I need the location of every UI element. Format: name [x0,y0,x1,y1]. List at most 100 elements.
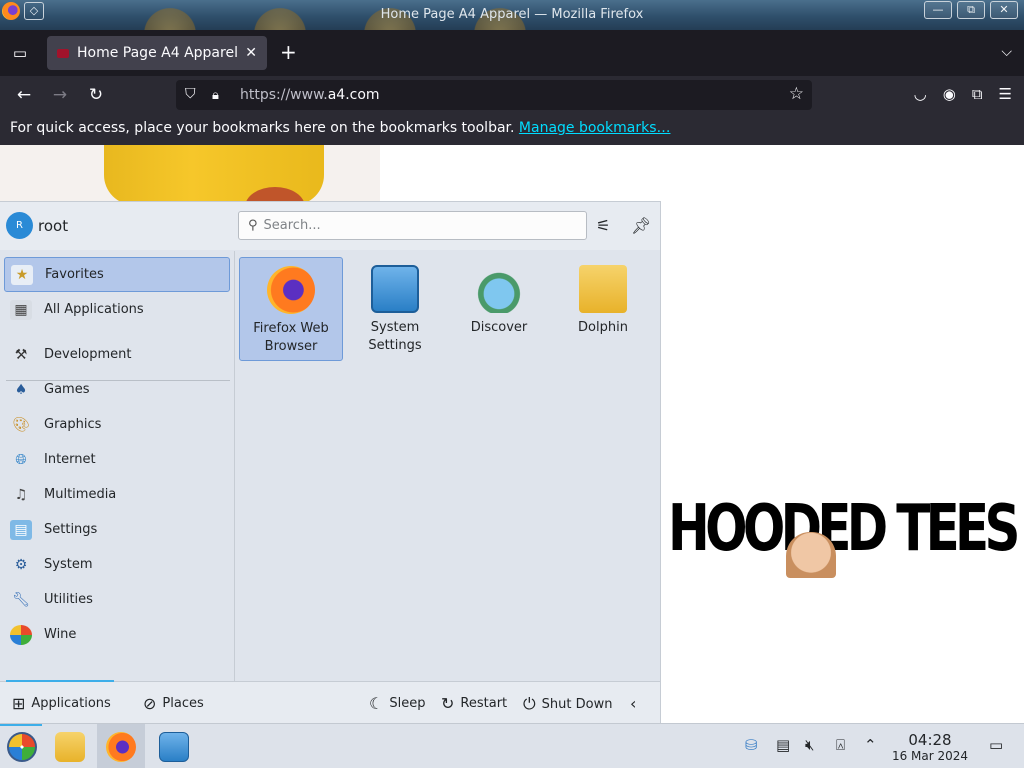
category-all-applications[interactable]: ▦ All Applications [4,292,230,327]
more-session-options-button[interactable]: ‹ [630,694,642,713]
wine-icon [10,624,32,645]
category-label: Graphics [44,417,102,432]
category-label: Games [44,382,90,397]
category-multimedia[interactable]: ♫ Multimedia [4,477,230,512]
applications-tab-indicator [6,680,114,682]
browser-tab[interactable]: Home Page A4 Apparel ✕ [47,36,267,70]
category-wine[interactable]: Wine [4,617,230,652]
list-all-tabs-icon[interactable]: ⌵ [1001,44,1012,60]
grid-icon: ⊞ [12,694,26,713]
volume-muted-icon[interactable]: 🔇︎ [805,736,814,754]
power-icon: ⏻ [523,694,536,713]
category-utilities[interactable]: 🔧︎ Utilities [4,582,230,617]
update-notifier-icon[interactable]: ⛁ [745,736,758,754]
applications-tab-label: Applications [31,696,111,711]
task-dolphin[interactable] [48,724,92,768]
window-titlebar[interactable]: ◇ Home Page A4 Apparel — Mozilla Firefox… [0,0,1024,30]
compass-icon: ⊘ [143,694,157,713]
launcher-active-indicator [0,724,42,726]
new-tab-button[interactable]: + [280,42,297,62]
system-icon: ⚙ [14,556,28,573]
bookmark-star-icon[interactable]: ☆ [789,84,804,104]
restart-button[interactable]: ↻ Restart [441,694,507,713]
firefox-view-icon[interactable]: ▭ [10,43,30,63]
back-icon[interactable]: ← [13,85,35,105]
show-desktop-icon[interactable]: ▭ [989,736,1003,754]
forward-icon[interactable]: → [49,85,71,105]
start-menu-icon [7,731,37,762]
firefox-icon [106,731,136,762]
app-label: Settings [368,338,422,353]
input-method-icon[interactable]: ⍓ [836,736,845,754]
app-discover[interactable]: Discover [447,257,551,361]
sleep-icon: ☾ [369,694,384,713]
navigation-toolbar: ← → ↻ ⛉ 🔒︎ https://www.a4.com ☆ ◡ ◉ ⧉ ☰ [0,76,1024,114]
close-window-button[interactable]: ✕ [990,1,1018,19]
category-label: Internet [44,452,96,467]
site-favicon-icon [57,48,69,58]
applications-tab[interactable]: ⊞ Applications [12,694,111,713]
promo-headline: HOODED TEES [668,492,1020,566]
category-label: Utilities [44,592,93,607]
manage-bookmarks-link[interactable]: Manage bookmarks… [519,120,671,136]
task-system-settings[interactable] [152,724,196,768]
digital-clock[interactable]: 04:28 16 Mar 2024 [888,731,972,764]
internet-icon: 🌐︎ [15,451,27,468]
restart-label: Restart [460,696,508,711]
utilities-icon: 🔧︎ [12,591,30,608]
application-launcher-button[interactable] [0,724,44,768]
app-dolphin[interactable]: Dolphin [551,257,655,361]
category-internet[interactable]: 🌐︎ Internet [4,442,230,477]
system-settings-icon [371,265,419,313]
account-icon[interactable]: ◉ [943,85,956,103]
app-label: Discover [470,320,528,335]
user-avatar[interactable]: R [6,212,33,239]
category-system[interactable]: ⚙ System [4,547,230,582]
clipboard-icon[interactable]: ▤ [776,736,790,754]
category-games[interactable]: ♠ Games [4,372,230,407]
search-field[interactable]: ⚲ [238,211,587,240]
restart-icon: ↻ [441,694,455,713]
url-domain: a4.com [327,87,380,103]
tab-title: Home Page A4 Apparel [77,45,238,61]
clock-date: 16 Mar 2024 [891,749,969,763]
pin-launcher-icon[interactable]: 📌︎ [631,216,651,235]
multimedia-icon: ♫ [14,486,28,503]
app-firefox[interactable]: Firefox Web Browser [239,257,343,361]
configure-sliders-icon[interactable]: ⚟ [596,216,610,235]
category-settings[interactable]: ▤ Settings [4,512,230,547]
favorites-icon: ★ [11,264,33,285]
show-hidden-icons-chevron-up-icon[interactable]: ⌃ [864,736,877,754]
menu-hamburger-icon[interactable]: ☰ [999,85,1012,103]
maximize-button[interactable]: ⧉ [957,1,985,19]
clock-time: 04:28 [908,731,952,749]
chevron-left-icon: ‹ [630,694,637,713]
dolphin-icon [579,265,627,313]
tracking-protection-shield-icon[interactable]: ⛉ [185,86,201,104]
shutdown-button[interactable]: ⏻ Shut Down [523,694,612,714]
url-text[interactable]: https://www.a4.com [240,87,380,103]
minimize-button[interactable]: — [924,1,952,19]
url-bar[interactable]: ⛉ 🔒︎ https://www.a4.com ☆ [176,80,812,110]
bookmarks-toolbar: For quick access, place your bookmarks h… [0,114,1024,145]
close-tab-icon[interactable]: ✕ [245,45,257,61]
app-system-settings[interactable]: System Settings [343,257,447,361]
firefox-icon [267,266,315,314]
pocket-icon[interactable]: ◡ [914,85,927,103]
category-development[interactable]: ⚒ Development [4,337,230,372]
category-label: Multimedia [44,487,117,502]
places-tab[interactable]: ⊘ Places [143,694,204,713]
hero-model-image [0,145,380,227]
app-label: Dolphin [578,320,628,335]
folder-icon [55,731,85,762]
category-favorites[interactable]: ★ Favorites [4,257,230,292]
reload-icon[interactable]: ↻ [85,85,107,105]
category-label: All Applications [44,302,144,317]
extensions-icon[interactable]: ⧉ [972,85,983,103]
category-graphics[interactable]: 🎨︎ Graphics [4,407,230,442]
sleep-button[interactable]: ☾ Sleep [369,694,425,713]
lock-icon[interactable]: 🔒︎ [212,88,226,103]
settings-icon: ▤ [10,519,32,540]
task-firefox[interactable] [97,724,145,768]
search-input[interactable] [263,218,564,233]
